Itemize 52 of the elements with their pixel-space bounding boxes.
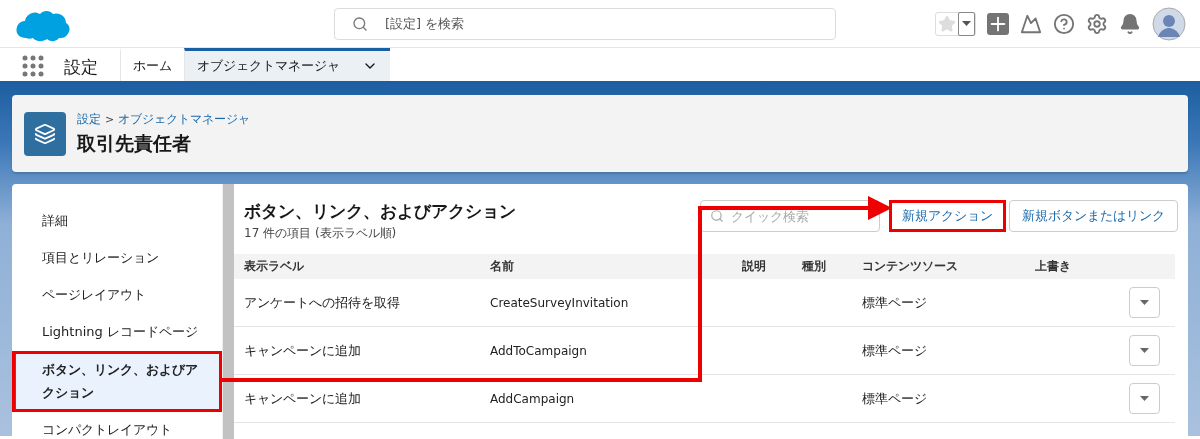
column-header: 名前 <box>490 258 515 275</box>
caret-icon <box>1139 395 1150 402</box>
column-header: 上書き <box>1035 258 1072 275</box>
app-launcher-icon[interactable] <box>22 55 44 77</box>
column-header: 表示ラベル <box>244 258 305 275</box>
app-name: 設定 <box>64 56 98 79</box>
breadcrumb-separator: > <box>105 112 115 126</box>
sidebar-item[interactable]: Lightning レコードページ <box>12 314 222 351</box>
sidebar-item[interactable]: ボタン、リンク、およびアクション <box>12 351 222 412</box>
table-cell-text: AddCampaign <box>490 391 576 406</box>
table-cell-text: CreateSurveyInvitation <box>490 295 630 310</box>
search-icon <box>710 209 724 223</box>
table-cell-text: アンケートへの招待を取得 <box>244 293 401 312</box>
table-cell-text: 標準ページ <box>862 341 928 360</box>
caret-icon <box>1139 347 1150 354</box>
help-icon[interactable] <box>1053 12 1075 35</box>
column-header: コンテンツソース <box>862 258 959 275</box>
action-button[interactable]: 新規ボタンまたはリンク <box>1009 200 1178 232</box>
table-cell-text: 標準ページ <box>862 389 928 408</box>
column-header: 種別 <box>802 258 827 275</box>
avatar-icon[interactable] <box>1152 6 1186 41</box>
search-field[interactable]: [設定] を検索 <box>334 7 836 40</box>
favorites-button[interactable] <box>935 11 976 36</box>
scrollbar[interactable] <box>222 184 234 439</box>
item-count: 17 件の項目 (表示ラベル順) <box>244 225 398 242</box>
section-title: ボタン、リンク、およびアクション <box>244 200 516 223</box>
mountain-icon[interactable] <box>1020 12 1042 35</box>
row-menu-button[interactable] <box>1129 335 1160 366</box>
search-icon <box>352 15 368 32</box>
sidebar-item[interactable]: 項目とリレーション <box>12 240 222 277</box>
row-menu-button[interactable] <box>1129 287 1160 318</box>
sidebar-item[interactable]: コンパクトレイアウト <box>12 412 222 439</box>
layers-icon <box>24 111 66 156</box>
column-header: 説明 <box>742 258 767 275</box>
caret-icon <box>961 20 972 27</box>
table-cell-text: 標準ページ <box>862 293 928 312</box>
row-menu-button[interactable] <box>1129 383 1160 414</box>
bell-icon[interactable] <box>1119 12 1141 35</box>
sidebar-item[interactable]: 詳細 <box>12 203 222 240</box>
breadcrumb-link[interactable]: 設定 <box>77 110 101 128</box>
settings-icon[interactable] <box>1086 12 1108 35</box>
object-title: 取引先責任者 <box>77 130 192 156</box>
nav-tab[interactable]: オブジェクトマネージャ <box>184 48 390 81</box>
table-cell-text: キャンペーンに追加 <box>244 341 362 360</box>
breadcrumb-link[interactable]: オブジェクトマネージャ <box>118 110 251 128</box>
action-button[interactable]: 新規アクション <box>889 200 1006 232</box>
plus-icon[interactable] <box>987 12 1009 35</box>
table-cell-text: AddToCampaign <box>490 343 588 358</box>
caret-icon <box>1139 299 1150 306</box>
sidebar-item[interactable]: ページレイアウト <box>12 277 222 314</box>
star-icon <box>938 14 956 33</box>
table-cell-text: キャンペーンに追加 <box>244 389 362 408</box>
